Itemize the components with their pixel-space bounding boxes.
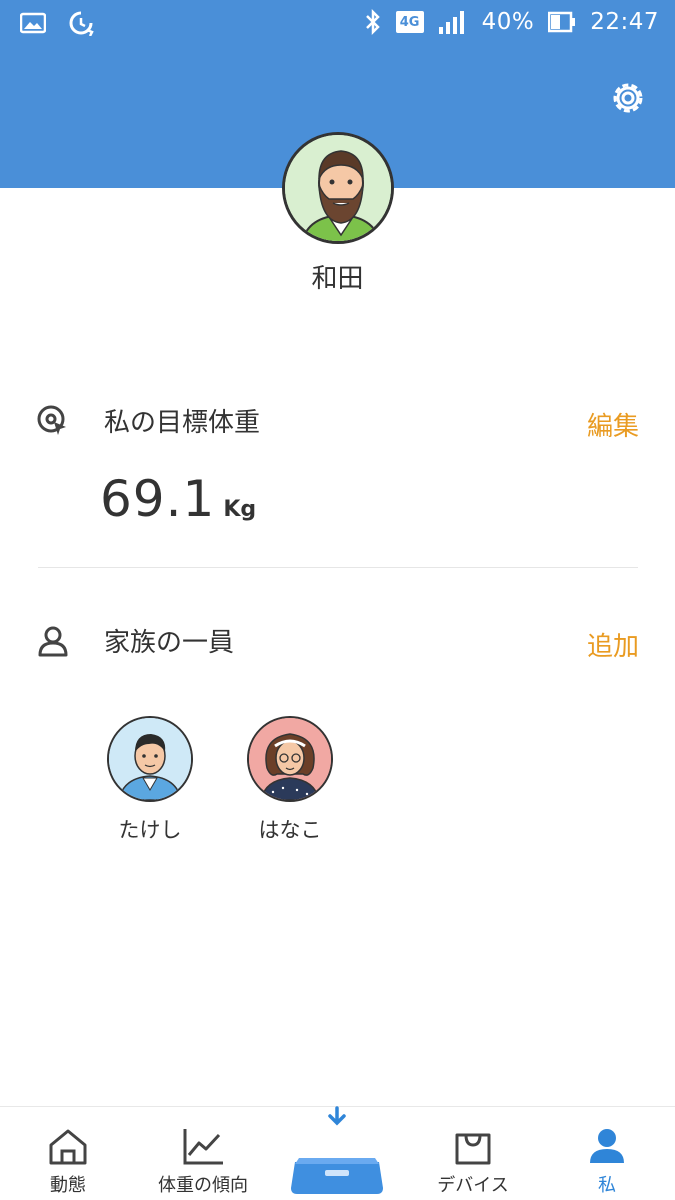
nav-label: 体重の傾向 — [158, 1175, 248, 1196]
scale-icon — [291, 1106, 383, 1194]
section-divider — [38, 567, 638, 568]
battery-icon — [548, 11, 576, 33]
nav-label: 私 — [598, 1175, 616, 1196]
member-name: たけし — [118, 818, 182, 842]
nav-item-devices[interactable]: デバイス — [428, 1127, 518, 1197]
target-icon — [37, 405, 66, 435]
nav-item-weight-trend[interactable]: 体重の傾向 — [148, 1127, 258, 1197]
home-icon — [49, 1129, 87, 1165]
trend-chart-icon — [183, 1129, 223, 1165]
user-outline-icon — [38, 626, 68, 657]
family-member-takeshi[interactable]: たけし — [105, 716, 195, 844]
nav-item-scale[interactable] — [285, 1100, 389, 1196]
signal-icon — [438, 11, 464, 34]
goal-weight-unit: Kg — [223, 497, 257, 522]
add-family-button[interactable]: 追加 — [587, 626, 639, 663]
person-icon — [590, 1129, 624, 1163]
goal-weight-title: 私の目標体重 — [104, 408, 261, 438]
nav-item-activity[interactable]: 動態 — [34, 1127, 102, 1197]
profile-name: 和田 — [311, 264, 364, 294]
network-badge: 4G — [395, 11, 424, 33]
nav-label: デバイス — [437, 1175, 509, 1196]
family-title: 家族の一員 — [104, 628, 235, 658]
gear-icon[interactable] — [608, 78, 648, 118]
goal-weight-display: 69.1 Kg — [100, 470, 256, 528]
member-avatar — [107, 716, 193, 802]
nav-label: 動態 — [50, 1175, 86, 1196]
nav-item-me[interactable]: 私 — [580, 1127, 634, 1197]
status-bar: 4G 40% 22:47 — [0, 0, 675, 50]
profile-avatar[interactable] — [282, 132, 394, 244]
sync-icon — [69, 11, 94, 36]
member-avatar — [247, 716, 333, 802]
goal-weight-value: 69.1 — [100, 470, 216, 528]
bluetooth-icon — [365, 8, 380, 36]
member-name: はなこ — [258, 818, 322, 842]
edit-goal-button[interactable]: 編集 — [587, 406, 639, 443]
gallery-icon — [20, 12, 46, 34]
battery-percent: 40% — [481, 9, 535, 35]
clock: 22:47 — [590, 9, 659, 35]
family-member-hanako[interactable]: はなこ — [245, 716, 335, 844]
shopping-bag-icon — [455, 1133, 491, 1165]
